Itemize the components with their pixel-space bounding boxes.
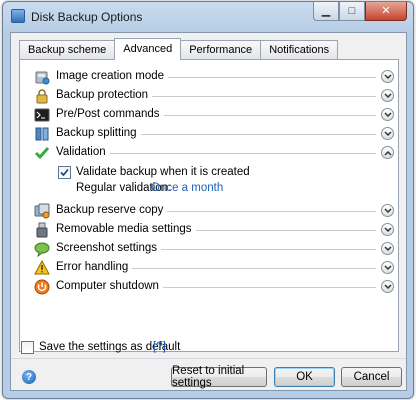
help-icon[interactable]: ? <box>22 370 36 384</box>
section-label: Image creation mode <box>56 70 169 82</box>
section-label: Screenshot settings <box>56 242 162 254</box>
chevron-down-icon[interactable] <box>381 242 394 255</box>
close-icon: ✕ <box>381 4 391 17</box>
window-controls: ▁ □ ✕ <box>313 2 407 22</box>
reserve-copy-icon <box>34 203 50 219</box>
maximize-button[interactable]: □ <box>339 2 365 21</box>
reset-button[interactable]: Reset to initial settings <box>171 365 267 389</box>
tab-notifications[interactable]: Notifications <box>260 40 339 60</box>
chevron-up-icon[interactable] <box>381 146 394 159</box>
section-label: Backup protection <box>56 89 153 101</box>
save-default-checkbox[interactable] <box>21 341 34 354</box>
window-title: Disk Backup Options <box>31 10 143 24</box>
checkbox-check-icon <box>60 168 69 177</box>
save-default-help-link[interactable]: [?] <box>153 341 166 353</box>
chevron-down-icon[interactable] <box>381 70 394 83</box>
chevron-down-icon[interactable] <box>381 89 394 102</box>
disk-image-icon <box>34 69 50 85</box>
tab-performance[interactable]: Performance <box>180 40 262 60</box>
section-validation[interactable]: Validation <box>20 144 398 162</box>
chevron-down-icon[interactable] <box>381 280 394 293</box>
power-icon <box>34 279 50 295</box>
warning-icon <box>34 259 50 276</box>
section-computer-shutdown[interactable]: Computer shutdown <box>20 278 398 296</box>
usb-icon <box>34 222 50 238</box>
section-image-creation-mode[interactable]: Image creation mode <box>20 68 398 86</box>
advanced-panel: Image creation mode Backup protection Pr… <box>19 59 399 352</box>
validate-backup-checkbox[interactable] <box>58 166 71 179</box>
section-label: Backup splitting <box>56 127 141 139</box>
minimize-icon: ▁ <box>321 4 331 17</box>
ok-button[interactable]: OK <box>274 367 335 387</box>
close-button[interactable]: ✕ <box>365 2 407 21</box>
tab-strip: Backup scheme Advanced Performance Notif… <box>19 38 339 60</box>
section-label: Validation <box>56 146 110 158</box>
title-bar[interactable]: Disk Backup Options ▁ □ ✕ <box>3 2 413 32</box>
chevron-down-icon[interactable] <box>381 261 394 274</box>
chevron-down-icon[interactable] <box>381 108 394 121</box>
dialog-window: Disk Backup Options ▁ □ ✕ Backup scheme … <box>2 1 414 399</box>
app-icon <box>11 9 25 23</box>
section-label: Pre/Post commands <box>56 108 164 120</box>
section-label: Removable media settings <box>56 223 196 235</box>
section-pre-post-commands[interactable]: Pre/Post commands <box>20 106 398 124</box>
section-backup-splitting[interactable]: Backup splitting <box>20 125 398 143</box>
speech-bubble-icon <box>34 241 50 258</box>
chevron-down-icon[interactable] <box>381 204 394 217</box>
section-screenshot-settings[interactable]: Screenshot settings <box>20 240 398 258</box>
section-backup-reserve-copy[interactable]: Backup reserve copy <box>20 202 398 220</box>
regular-validation-link[interactable]: Once a month <box>151 182 223 194</box>
lock-icon <box>34 88 50 104</box>
chevron-down-icon[interactable] <box>381 127 394 140</box>
tab-backup-scheme[interactable]: Backup scheme <box>19 40 116 60</box>
maximize-icon: □ <box>348 4 356 17</box>
section-removable-media-settings[interactable]: Removable media settings <box>20 221 398 239</box>
split-icon <box>34 126 50 142</box>
minimize-button[interactable]: ▁ <box>313 2 339 21</box>
validate-backup-label: Validate backup when it is created <box>76 166 250 178</box>
terminal-icon <box>34 107 50 123</box>
section-label: Computer shutdown <box>56 280 163 292</box>
section-label: Backup reserve copy <box>56 204 168 216</box>
checkmark-icon <box>34 145 50 161</box>
chevron-down-icon[interactable] <box>381 223 394 236</box>
footer-divider <box>11 358 406 359</box>
section-label: Error handling <box>56 261 133 273</box>
dialog-body: Backup scheme Advanced Performance Notif… <box>10 32 407 391</box>
section-error-handling[interactable]: Error handling <box>20 259 398 277</box>
cancel-button[interactable]: Cancel <box>341 367 402 387</box>
section-backup-protection[interactable]: Backup protection <box>20 87 398 105</box>
tab-advanced[interactable]: Advanced <box>114 38 182 60</box>
